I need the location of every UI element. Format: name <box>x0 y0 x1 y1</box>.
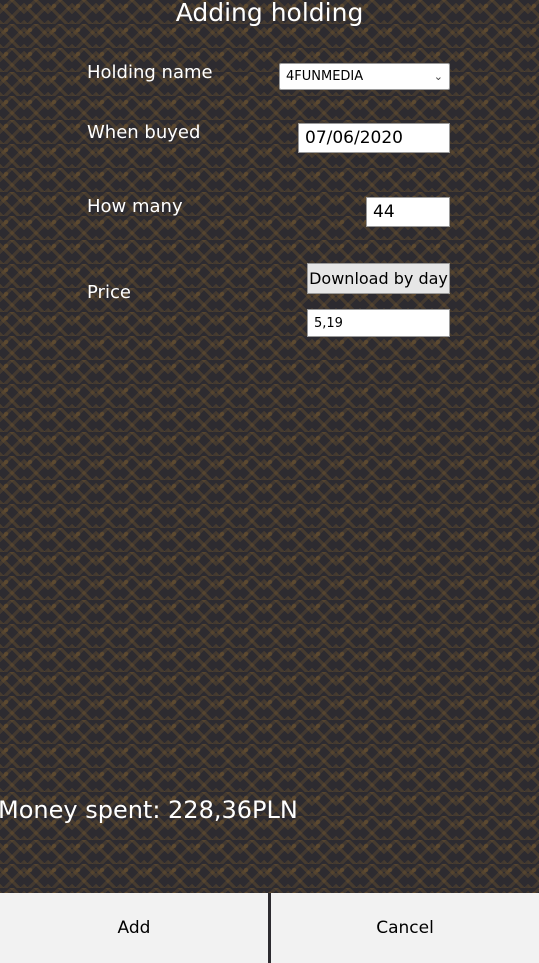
action-bar: Add Cancel <box>0 893 539 963</box>
holding-name-select[interactable]: 4FUNMEDIA ⌄ <box>279 63 450 90</box>
cancel-button[interactable]: Cancel <box>271 893 539 963</box>
price-field[interactable] <box>307 309 450 337</box>
price-label: Price <box>87 282 131 303</box>
download-by-day-button[interactable]: Download by day <box>307 263 450 294</box>
when-buyed-label: When buyed <box>87 122 201 143</box>
holding-name-label: Holding name <box>87 62 213 83</box>
page-title: Adding holding <box>175 0 364 27</box>
how-many-field[interactable] <box>366 197 450 227</box>
chevron-down-icon: ⌄ <box>433 70 443 83</box>
money-spent-text: Money spent: 228,36PLN <box>0 796 298 824</box>
when-buyed-date-field[interactable] <box>298 123 450 153</box>
how-many-label: How many <box>87 196 183 217</box>
holding-name-value: 4FUNMEDIA <box>286 69 364 84</box>
add-button[interactable]: Add <box>0 893 268 963</box>
